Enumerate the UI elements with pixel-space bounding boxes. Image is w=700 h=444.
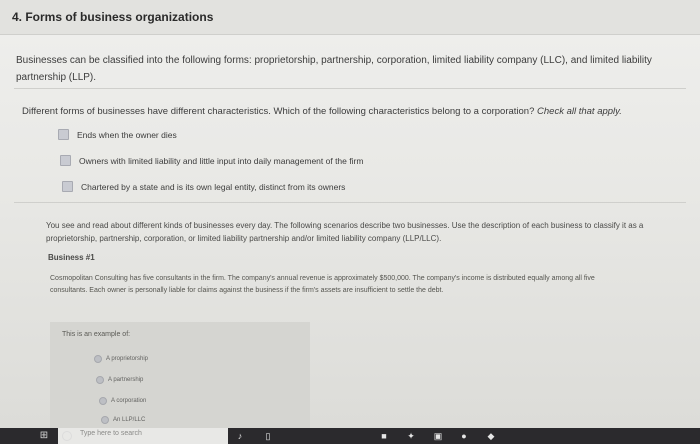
taskbar-app-icon[interactable]: ● [458,430,470,442]
taskbar-search-input[interactable]: Type here to search [80,430,142,437]
radio-icon[interactable] [99,397,107,405]
scenario-text: You see and read about different kinds o… [46,221,644,243]
cortana-icon[interactable] [62,431,72,441]
option-checkbox-1[interactable]: Ends when the owner dies [58,129,177,140]
checkbox-icon[interactable] [62,181,73,192]
radio-icon[interactable] [96,376,104,384]
radio-llp-llc[interactable]: An LLP/LLC [101,416,145,424]
checkbox-icon[interactable] [58,129,69,140]
option-label: Chartered by a state and is its own lega… [81,181,346,192]
checkbox-icon[interactable] [60,155,71,166]
section-header: 4. Forms of business organizations [0,0,700,35]
option-checkbox-3[interactable]: Chartered by a state and is its own lega… [62,181,345,192]
radio-label: An LLP/LLC [113,417,146,423]
radio-icon[interactable] [101,416,109,424]
taskbar-app-icon[interactable]: ▣ [432,430,444,442]
question-instruction: Check all that apply. [537,106,622,117]
radio-label: A partnership [108,377,144,383]
option-checkbox-2[interactable]: Owners with limited liability and little… [60,155,363,166]
radio-proprietorship[interactable]: A proprietorship [94,355,148,363]
radio-label: A proprietorship [106,356,149,362]
option-label: Ends when the owner dies [77,129,177,140]
question-body: Different forms of businesses have diffe… [22,106,535,117]
taskbar-app-icon[interactable]: ✦ [405,430,417,442]
divider [14,88,686,89]
windows-start-icon[interactable]: ⊞ [38,429,50,442]
option-label: Owners with limited liability and little… [79,155,364,166]
radio-partnership[interactable]: A partnership [96,376,143,384]
section-title: 4. Forms of business organizations [12,10,214,24]
taskbar-app-icon[interactable]: ■ [378,430,390,442]
intro-text: Businesses can be classified into the fo… [16,55,652,83]
business-title: Business #1 [48,253,95,262]
business-description: Cosmopolitan Consulting has five consult… [50,275,595,294]
radio-corporation[interactable]: A corporation [99,397,146,405]
quiz-page: 4. Forms of business organizations Busin… [0,0,700,428]
question-text: Different forms of businesses have diffe… [22,106,682,117]
radio-icon[interactable] [94,355,102,363]
divider [14,202,686,203]
example-label: This is an example of: [62,331,131,338]
taskbar-app-icon[interactable]: ◆ [485,430,497,442]
task-view-icon[interactable]: ▯ [262,430,274,442]
radio-label: A corporation [111,398,147,404]
taskbar: ⊞ Type here to search ♪ ▯ ■ ✦ ▣ ● ◆ [0,428,700,444]
microphone-icon[interactable]: ♪ [234,430,246,442]
